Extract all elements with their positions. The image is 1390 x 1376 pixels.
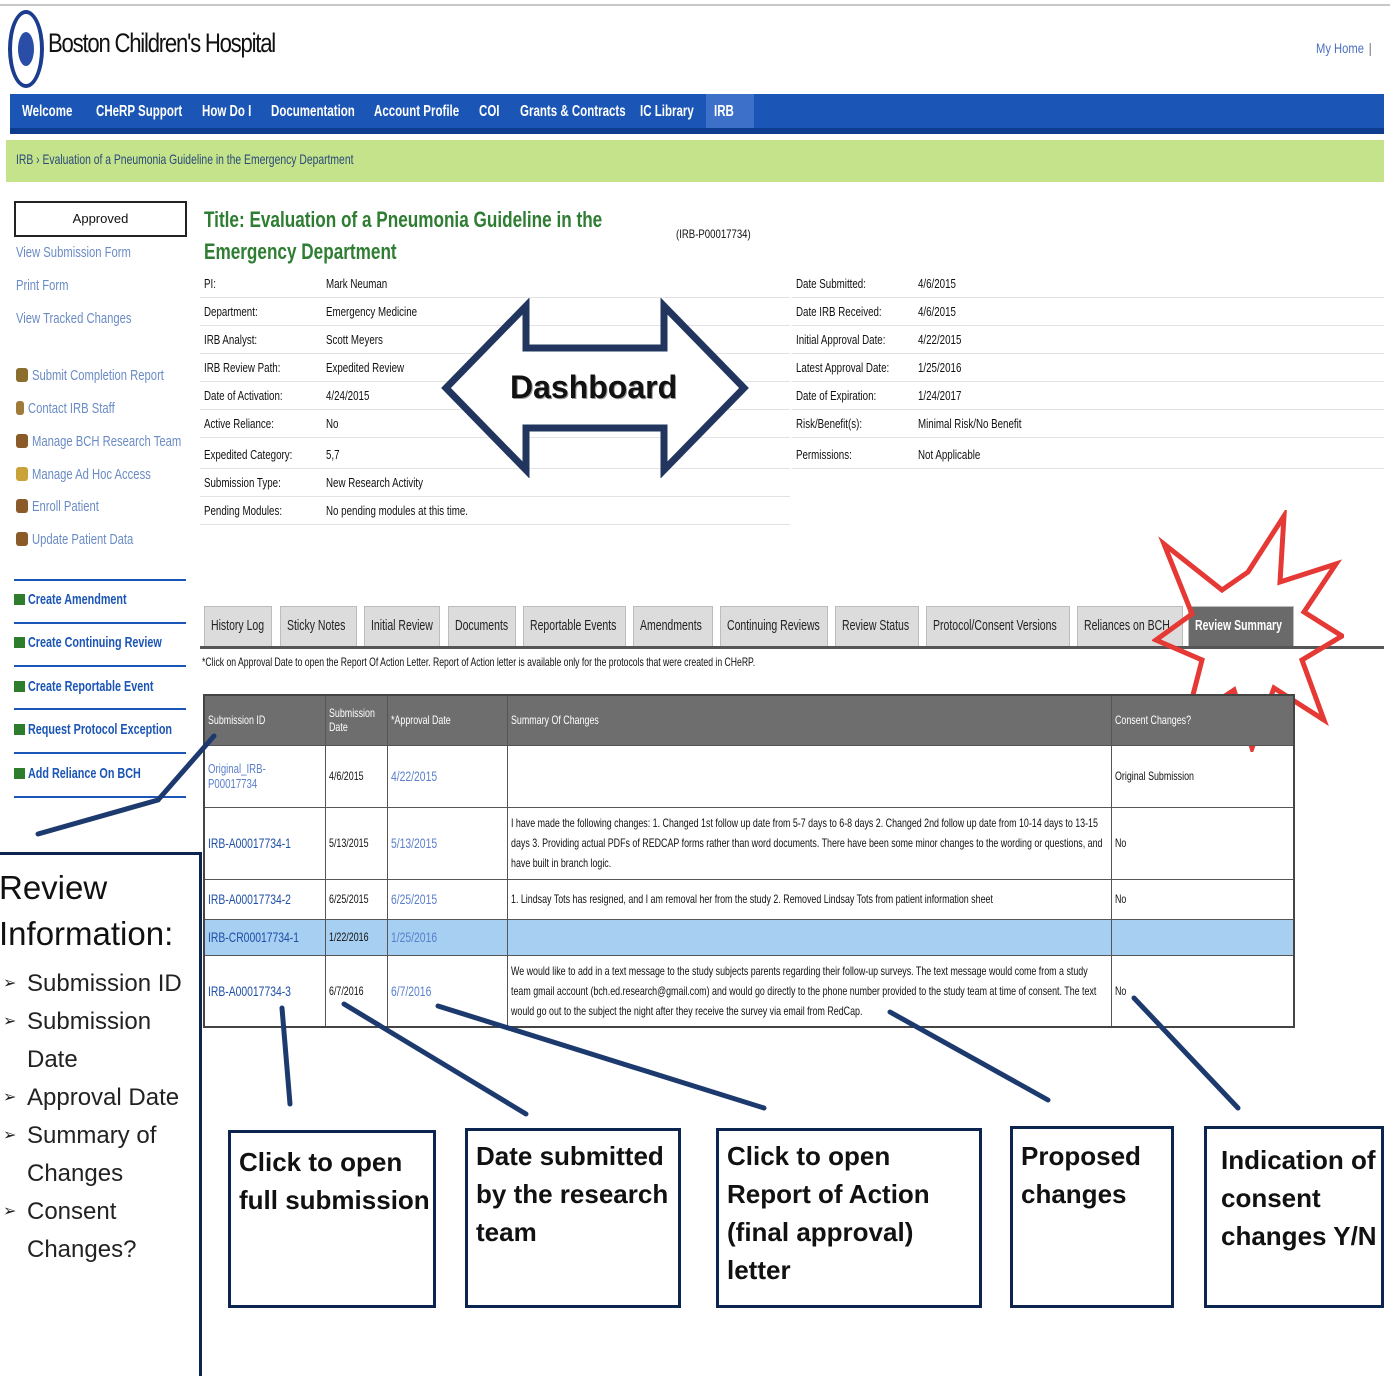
callout-pointer-lines (35, 733, 1241, 1117)
callout-report-of-action: Click to open Report of Action (final ap… (716, 1128, 982, 1308)
review-information-list: ➢ Submission ID ➢ Submission Date ➢ Approva… (3, 965, 199, 1269)
callout-consent-changes: Indication of consent changes Y/N (1204, 1126, 1384, 1308)
callout-open-submission: Click to open full submission (228, 1130, 436, 1308)
review-item: ➢ Consent Changes? (3, 1193, 199, 1269)
review-information-callout: Review Information: ➢ Submission ID ➢ Subm… (0, 852, 202, 1376)
review-item: ➢ Submission Date (3, 1003, 199, 1079)
arrow-bullet-icon: ➢ (3, 975, 17, 992)
review-information-title: Review Information: (0, 869, 174, 952)
arrow-bullet-icon: ➢ (3, 1089, 17, 1106)
callout-proposed-changes: Proposed changes (1010, 1126, 1174, 1308)
callout-date-submitted: Date submitted by the research team (465, 1128, 681, 1308)
arrow-bullet-icon: ➢ (3, 1203, 17, 1220)
arrow-bullet-icon: ➢ (3, 1013, 17, 1030)
review-item: ➢ Submission ID (3, 965, 199, 1003)
arrow-bullet-icon: ➢ (3, 1127, 17, 1144)
review-item: ➢ Summary of Changes (3, 1117, 199, 1193)
review-item: ➢ Approval Date (3, 1079, 199, 1117)
